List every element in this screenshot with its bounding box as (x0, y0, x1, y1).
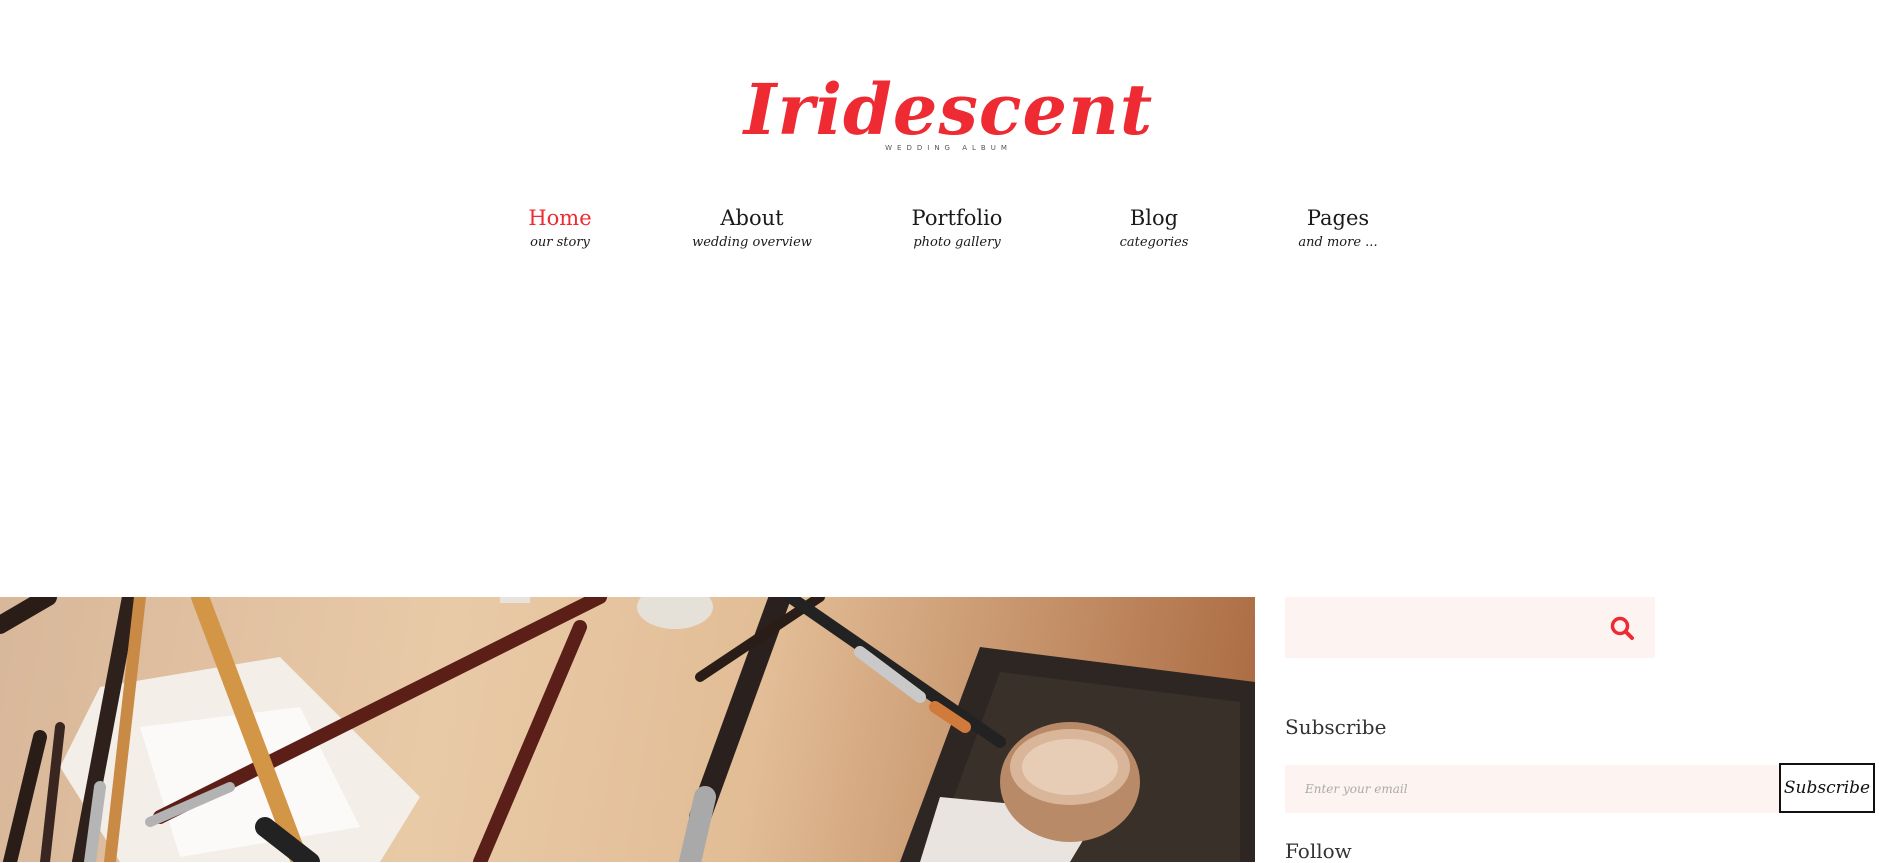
search-box (1285, 597, 1655, 658)
email-field[interactable] (1285, 765, 1779, 813)
site-header: Iridescent WEDDING ALBUM Home our story … (0, 0, 1897, 290)
nav-item-label: Blog (1129, 206, 1179, 230)
nav-item-portfolio[interactable]: Portfolio photo gallery (857, 205, 1057, 253)
nav-item-subtitle: and more ... (1298, 235, 1378, 250)
nav-item-subtitle: photo gallery (913, 235, 1001, 250)
site-logo[interactable]: Iridescent WEDDING ALBUM (0, 68, 1897, 153)
search-icon (1610, 616, 1634, 640)
nav-item-pages[interactable]: Pages and more ... (1238, 205, 1438, 253)
nav-item-label: About (720, 206, 784, 230)
nav-item-about[interactable]: About wedding overview (652, 205, 852, 253)
logo-text: Iridescent (743, 68, 1154, 151)
subscribe-button[interactable]: Subscribe (1779, 763, 1875, 813)
nav-item-subtitle: wedding overview (692, 235, 812, 250)
nav-item-subtitle: our story (530, 235, 590, 250)
follow-title: Follow (1285, 839, 1352, 863)
nav-item-home[interactable]: Home our story (460, 205, 660, 253)
nav-item-label: Portfolio (911, 206, 1003, 230)
logo-tagline: WEDDING ALBUM (885, 144, 1012, 152)
nav-item-subtitle: categories (1119, 235, 1189, 250)
subscribe-form: Subscribe (1285, 763, 1885, 815)
nav-item-blog[interactable]: Blog categories (1054, 205, 1254, 253)
search-input[interactable] (1285, 597, 1625, 658)
nav-item-label: Pages (1306, 206, 1370, 230)
subscribe-title: Subscribe (1285, 715, 1387, 739)
search-button[interactable] (1609, 615, 1635, 641)
nav-item-label: Home (528, 206, 592, 230)
hero-image (0, 597, 1255, 862)
makeup-brushes-illustration (0, 597, 1255, 862)
